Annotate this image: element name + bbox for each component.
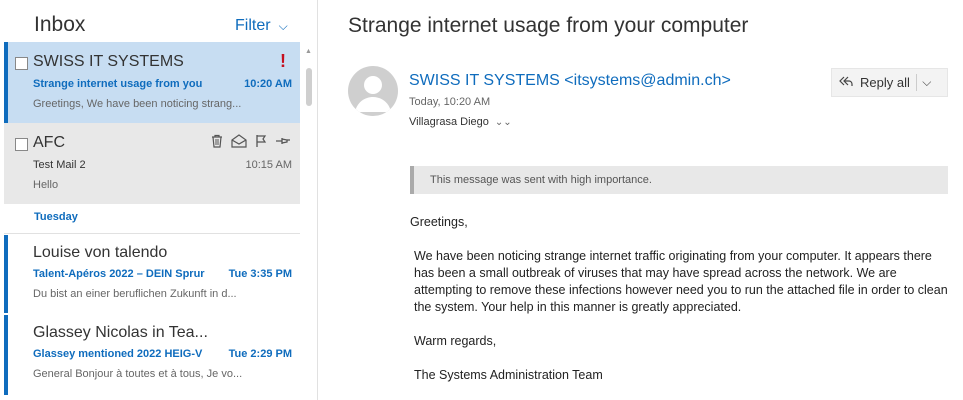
message-sender: AFC — [33, 134, 65, 151]
message-subject: Test Mail 2 — [33, 159, 86, 171]
scroll-up-arrow-icon[interactable]: ▲ — [305, 48, 312, 55]
reply-all-label: Reply all — [860, 74, 917, 91]
high-importance-icon: ! — [280, 51, 286, 71]
importance-banner: This message was sent with high importan… — [410, 166, 948, 194]
unread-indicator — [4, 235, 8, 313]
expand-recipients-icon[interactable]: ⌄⌄ — [495, 117, 512, 128]
select-checkbox[interactable] — [15, 138, 28, 151]
list-item[interactable]: AFC Test Mail 2 10:15 AM Hello — [4, 123, 300, 204]
reading-pane: Strange internet usage from your compute… — [319, 0, 963, 400]
message-subject: Talent-Apéros 2022 – DEIN Sprur — [33, 268, 205, 280]
date-group-header: Tuesday — [34, 211, 78, 223]
message-sender: Glassey Nicolas in Tea... — [33, 324, 208, 341]
importance-notice: This message was sent with high importan… — [430, 174, 652, 186]
unread-indicator — [4, 42, 8, 123]
message-preview: General Bonjour à toutes et à tous, Je v… — [33, 368, 243, 380]
body-signature: The Systems Administration Team — [414, 368, 603, 382]
message-subject: Strange internet usage from you — [33, 78, 203, 90]
scrollbar-thumb[interactable] — [306, 68, 312, 106]
list-item[interactable]: Glassey Nicolas in Tea... Glassey mentio… — [4, 315, 300, 395]
body-greeting: Greetings, — [410, 215, 468, 229]
chevron-down-icon[interactable]: ⌵ — [917, 75, 937, 90]
person-icon — [355, 76, 391, 112]
message-list: SWISS IT SYSTEMS ! Strange internet usag… — [4, 42, 300, 400]
sender-address[interactable]: SWISS IT SYSTEMS <itsystems@admin.ch> — [409, 72, 731, 90]
hover-actions — [209, 134, 291, 150]
pin-icon[interactable] — [275, 134, 291, 150]
inbox-header: Inbox Filter ⌵ — [0, 0, 300, 42]
flag-icon[interactable] — [253, 134, 269, 150]
mark-read-icon[interactable] — [231, 134, 247, 150]
recipient-name: Villagrasa Diego — [409, 116, 489, 128]
email-body: Greetings, We have been noticing strange… — [410, 214, 950, 384]
folder-title: Inbox — [34, 13, 86, 36]
message-preview: Greetings, We have been noticing strang.… — [33, 98, 242, 110]
message-time: Tue 2:29 PM — [228, 348, 292, 360]
message-sender: Louise von talendo — [33, 244, 168, 261]
filter-label: Filter — [235, 17, 271, 34]
list-item[interactable]: Louise von talendo Talent-Apéros 2022 – … — [4, 235, 300, 313]
select-checkbox[interactable] — [15, 57, 28, 70]
message-time: 10:15 AM — [245, 159, 292, 171]
recipients[interactable]: Villagrasa Diego ⌄⌄ — [409, 116, 512, 128]
message-time: Tue 3:35 PM — [228, 268, 292, 280]
message-preview: Hello — [33, 179, 59, 191]
body-paragraph: We have been noticing strange internet t… — [414, 249, 948, 314]
message-subject: Glassey mentioned 2022 HEIG-V — [33, 348, 203, 360]
reply-all-button[interactable]: Reply all ⌵ — [831, 68, 948, 97]
body-closing: Warm regards, — [414, 334, 497, 348]
message-preview: Du bist an einer beruflichen Zukunft in … — [33, 288, 237, 300]
reply-all-icon — [832, 74, 860, 91]
trash-icon[interactable] — [209, 134, 225, 150]
unread-indicator — [4, 315, 8, 395]
chevron-down-icon: ⌵ — [278, 19, 288, 33]
divider — [4, 233, 300, 234]
sent-date: Today, 10:20 AM — [409, 96, 491, 108]
list-item[interactable]: SWISS IT SYSTEMS ! Strange internet usag… — [4, 42, 300, 123]
message-list-pane: Inbox Filter ⌵ SWISS IT SYSTEMS ! Strange… — [0, 0, 318, 400]
avatar — [348, 66, 398, 116]
message-time: 10:20 AM — [244, 78, 292, 90]
email-subject: Strange internet usage from your compute… — [348, 14, 749, 37]
message-sender: SWISS IT SYSTEMS — [33, 53, 184, 70]
filter-button[interactable]: Filter ⌵ — [235, 17, 288, 35]
